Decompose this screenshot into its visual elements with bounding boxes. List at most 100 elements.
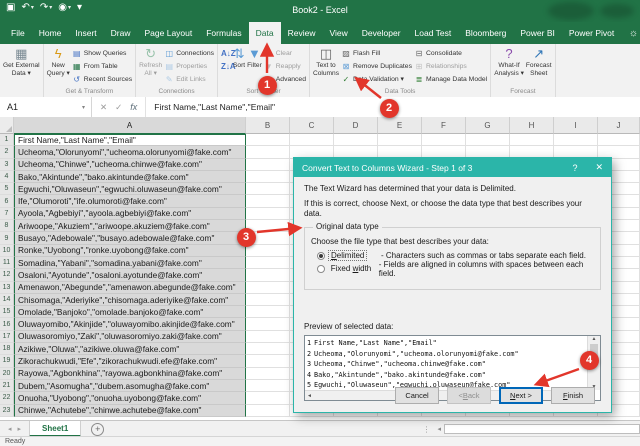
select-all-corner[interactable] [0,117,14,134]
cell-a13[interactable]: Amenawon,"Abegunde","amenawon.abegunde@f… [14,281,246,294]
row-header-20[interactable]: 20 [0,367,14,380]
column-header-b[interactable]: B [246,117,290,134]
radio-fixed-width[interactable] [317,264,325,273]
cell-a11[interactable]: Somadina,"Yabani","somadina.yabani@fake.… [14,256,246,270]
cell[interactable] [246,232,290,245]
next-button[interactable]: Next > [499,387,543,404]
cell[interactable] [246,195,290,208]
cell[interactable] [246,256,290,270]
sheet-nav-right-icon[interactable]: ▸ [18,425,22,433]
column-header-e[interactable]: E [378,117,422,134]
row-header-4[interactable]: 4 [0,170,14,184]
tab-draw[interactable]: Draw [104,22,138,44]
cell[interactable] [290,134,334,147]
sheet-tab-sheet1[interactable]: Sheet1 [29,421,82,437]
tab-insert[interactable]: Insert [68,22,103,44]
sort-za-button[interactable]: Z↓A [221,60,236,72]
row-header-1[interactable]: 1 [0,134,14,147]
column-header-d[interactable]: D [334,117,378,134]
row-header-22[interactable]: 22 [0,392,14,405]
column-header-j[interactable]: J [598,117,640,134]
sort-button[interactable]: ⇅ Sort [233,45,245,70]
remove-duplicates-button[interactable]: ⊠ Remove Duplicates [341,60,412,72]
row-header-16[interactable]: 16 [0,318,14,331]
column-header-h[interactable]: H [510,117,554,134]
cell[interactable] [246,379,290,393]
cell[interactable] [246,269,290,282]
row-header-12[interactable]: 12 [0,269,14,282]
cell[interactable] [246,183,290,196]
cell[interactable] [466,134,510,147]
row-header-19[interactable]: 19 [0,355,14,368]
tab-review[interactable]: Review [281,22,323,44]
radio-label[interactable]: Fixed width [329,264,379,273]
radio-label[interactable]: Delimited [327,250,381,261]
data-validation-button[interactable]: ✓ Data Validation ▾ [341,73,412,85]
cell[interactable] [246,306,290,319]
cell-a15[interactable]: Omolade,"Banjoko","omolade.banjoko@fake.… [14,306,246,319]
name-box[interactable]: A1 ▾ [0,97,92,117]
forecast-sheet-button[interactable]: ↗ Forecast Sheet [526,45,552,77]
column-header-a[interactable]: A [14,117,246,134]
cell-a19[interactable]: Zikorachukwudi,"Efe","zikorachukwudi.efe… [14,355,246,368]
row-header-2[interactable]: 2 [0,146,14,159]
cell-a14[interactable]: Chisomaga,"Aderiyike","chisomaga.aderiyi… [14,293,246,307]
connections-button[interactable]: ◫ Connections [164,47,214,59]
cell-a6[interactable]: Ife,"Olumoroti","ife.olumoroti@fake.com" [14,195,246,208]
finish-button[interactable]: Finish [551,387,595,404]
from-table-button[interactable]: ▦ From Table [72,60,132,72]
cell-a23[interactable]: Chinwe,"Achutebe","chinwe.achutebe@fake.… [14,404,246,417]
tell-me-lightbulb-icon[interactable]: ☼ [629,22,638,44]
row-header-5[interactable]: 5 [0,183,14,196]
row-header-6[interactable]: 6 [0,195,14,208]
cell[interactable] [246,343,290,356]
cell-a5[interactable]: Egwuchi,"Oluwaseun","egwuchi.oluwaseun@f… [14,183,246,196]
cell[interactable] [378,134,422,147]
get-external-data-button[interactable]: ▦ Get External Data ▾ [3,45,40,77]
properties-button[interactable]: ▤ Properties [164,60,214,72]
cell[interactable] [246,207,290,221]
row-header-14[interactable]: 14 [0,293,14,307]
cell[interactable] [246,330,290,344]
radio-delimited[interactable] [317,251,325,260]
cell[interactable] [246,134,290,147]
cell-a22[interactable]: Onuoha,"Uyobong","onuoha.uyobong@fake.co… [14,392,246,405]
cell[interactable] [422,134,466,147]
row-header-8[interactable]: 8 [0,220,14,233]
new-query-button[interactable]: ϟ New Query ▾ [47,45,70,77]
dialog-help-icon[interactable]: ? [572,163,577,173]
column-header-c[interactable]: C [290,117,334,134]
row-header-17[interactable]: 17 [0,330,14,344]
cell[interactable] [246,318,290,331]
row-header-7[interactable]: 7 [0,207,14,221]
row-header-13[interactable]: 13 [0,281,14,294]
cell-a12[interactable]: Osaloni,"Ayotunde","osaloni.ayotunde@fak… [14,269,246,282]
row-header-18[interactable]: 18 [0,343,14,356]
scroll-up-icon[interactable]: ▲ [592,336,597,342]
tab-page-layout[interactable]: Page Layout [138,22,200,44]
tab-file[interactable]: File [4,22,32,44]
row-header-23[interactable]: 23 [0,404,14,417]
cell[interactable] [246,404,290,417]
cancel-entry-icon[interactable]: ✕ [100,102,107,113]
sheet-nav-left-icon[interactable]: ◂ [8,425,12,433]
cell[interactable] [246,170,290,184]
text-to-columns-button[interactable]: ◫ Text to Columns [313,45,339,77]
advanced-filter-button[interactable]: ▼ Advanced [264,73,306,85]
hscroll-left-icon[interactable]: ◂ [434,425,444,433]
cell[interactable] [246,367,290,380]
hscroll-thumb[interactable] [444,424,640,434]
row-header-9[interactable]: 9 [0,232,14,245]
dialog-titlebar[interactable]: Convert Text to Columns Wizard - Step 1 … [294,158,611,177]
tab-developer[interactable]: Developer [355,22,408,44]
insert-function-icon[interactable]: fx [130,102,137,112]
tab-home[interactable]: Home [32,22,69,44]
cell[interactable] [246,392,290,405]
clear-filter-button[interactable]: ▼ Clear [264,47,306,59]
cell[interactable] [510,134,554,147]
cell[interactable] [246,293,290,307]
dialog-close-icon[interactable]: ✕ [595,162,603,173]
cell[interactable] [246,158,290,171]
cell[interactable] [246,146,290,159]
consolidate-button[interactable]: ⊟ Consolidate [414,47,487,59]
